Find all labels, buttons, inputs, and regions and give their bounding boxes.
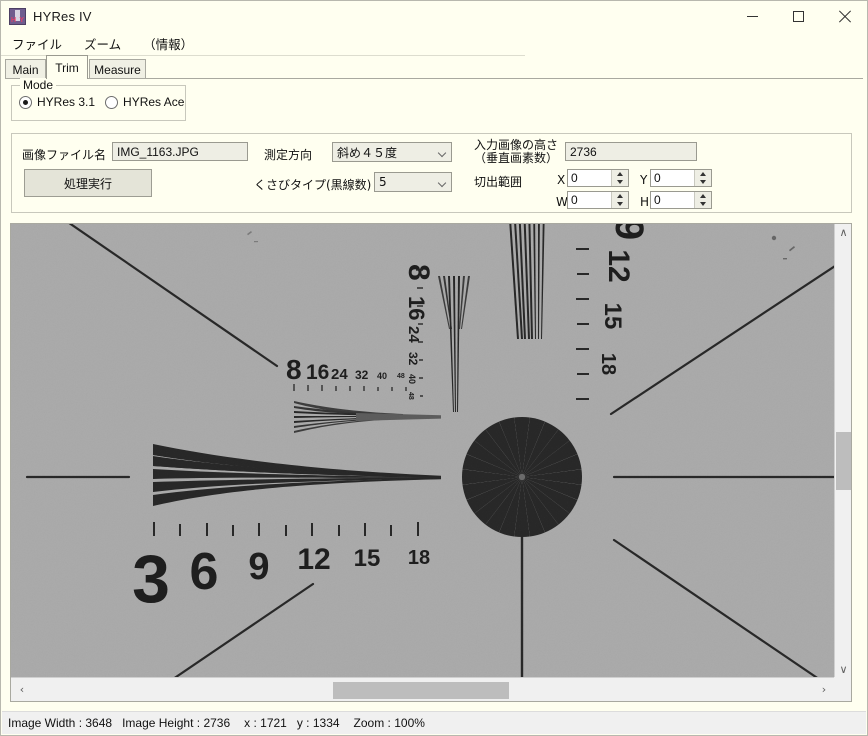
radio-dot-icon <box>19 95 32 109</box>
spin-up-icon[interactable] <box>612 192 628 200</box>
window-controls <box>729 1 867 32</box>
file-name-input[interactable]: IMG_1163.JPG <box>112 142 248 161</box>
scroll-left-icon[interactable]: ‹ <box>11 678 33 701</box>
wedge-type-value: 5 <box>379 175 387 189</box>
status-cursor-y: y : 1334 <box>296 716 340 730</box>
test-chart-svg: 8 16 24 32 40 48 8 16 24 32 40 48 3 6 9 … <box>11 224 835 678</box>
parameters-panel: 画像ファイル名 IMG_1163.JPG 処理実行 測定方向 斜め４５度 くさび… <box>11 133 852 213</box>
spin-down-icon[interactable] <box>695 178 711 186</box>
run-process-button[interactable]: 処理実行 <box>24 169 152 197</box>
radio-hyres-ace-label: HYRes Ace <box>123 95 185 109</box>
chevron-down-icon <box>434 173 451 191</box>
crop-h-spin-buttons[interactable] <box>694 192 711 208</box>
tab-underline <box>5 78 863 79</box>
spin-down-icon[interactable] <box>695 200 711 208</box>
crop-w-value: 0 <box>571 193 578 207</box>
crop-w-spin-buttons[interactable] <box>611 192 628 208</box>
measure-direction-label: 測定方向 <box>264 148 313 162</box>
measure-direction-value: 斜め４５度 <box>337 145 398 160</box>
file-name-label: 画像ファイル名 <box>22 148 107 162</box>
horizontal-scrollbar-thumb[interactable] <box>333 682 509 699</box>
crop-h-value: 0 <box>654 193 661 207</box>
horizontal-scrollbar[interactable]: ‹ › <box>11 677 835 701</box>
maximize-button[interactable] <box>775 1 821 32</box>
input-height-label-line2: （垂直画素数） <box>474 151 559 165</box>
application-window: H Y HYRes IV ファイル ズーム （情報） Main Trim Mea… <box>0 0 868 736</box>
crop-x-spin-buttons[interactable] <box>611 170 628 186</box>
spin-up-icon[interactable] <box>695 170 711 178</box>
crop-y-spin-buttons[interactable] <box>694 170 711 186</box>
crop-y-label: Y <box>640 173 648 187</box>
menu-item-zoom[interactable]: ズーム <box>73 31 132 56</box>
crop-y-value: 0 <box>654 171 661 185</box>
app-icon: H Y <box>9 8 26 25</box>
title-bar: H Y HYRes IV <box>1 1 867 32</box>
crop-h-label: H <box>640 195 650 209</box>
radio-hyres-31-label: HYRes 3.1 <box>37 95 96 109</box>
wedge-type-select[interactable]: 5 <box>374 172 452 192</box>
mode-legend: Mode <box>20 78 57 92</box>
input-height-value[interactable]: 2736 <box>565 142 697 161</box>
vertical-scrollbar-thumb[interactable] <box>836 432 851 490</box>
status-cursor-x: x : 1721 <box>244 716 287 730</box>
mode-groupbox: Mode HYRes 3.1 HYRes Ace <box>11 78 186 121</box>
minimize-button[interactable] <box>729 1 775 32</box>
status-image-height: Image Height : 2736 <box>122 716 231 730</box>
radio-hyres-ace[interactable]: HYRes Ace <box>105 95 184 109</box>
crop-x-label: X <box>557 173 566 187</box>
menu-item-info[interactable]: （情報） <box>132 31 204 56</box>
crop-range-label: 切出範囲 <box>474 175 523 189</box>
menu-bar: ファイル ズーム （情報） <box>1 32 525 56</box>
chevron-down-icon <box>434 143 451 161</box>
scrollbar-corner <box>834 677 851 701</box>
measure-direction-select[interactable]: 斜め４５度 <box>332 142 452 162</box>
scroll-up-icon[interactable]: ∧ <box>835 224 851 241</box>
spin-down-icon[interactable] <box>612 178 628 186</box>
crop-h-stepper[interactable]: 0 <box>650 191 712 209</box>
mode-radio-group: HYRes 3.1 HYRes Ace <box>19 95 194 109</box>
image-viewer: 8 16 24 32 40 48 8 16 24 32 40 48 3 6 9 … <box>10 223 852 702</box>
tab-trim[interactable]: Trim <box>46 55 88 79</box>
menu-item-file[interactable]: ファイル <box>1 31 73 56</box>
scroll-down-icon[interactable]: ∨ <box>835 661 851 678</box>
radio-dot-icon <box>105 95 119 109</box>
vertical-scrollbar[interactable]: ∧ ∨ <box>834 224 851 678</box>
status-image-width: Image Width : 3648 <box>8 716 113 730</box>
tab-measure[interactable]: Measure <box>89 59 146 79</box>
tab-main[interactable]: Main <box>5 59 46 79</box>
test-chart-canvas[interactable]: 8 16 24 32 40 48 8 16 24 32 40 48 3 6 9 … <box>11 224 835 678</box>
scroll-right-icon[interactable]: › <box>813 678 835 701</box>
spin-up-icon[interactable] <box>695 192 711 200</box>
crop-x-value: 0 <box>571 171 578 185</box>
crop-y-stepper[interactable]: 0 <box>650 169 712 187</box>
close-button[interactable] <box>821 1 867 32</box>
status-zoom: Zoom : 100% <box>353 716 425 730</box>
crop-x-stepper[interactable]: 0 <box>567 169 629 187</box>
wedge-type-label: くさびタイプ(黒線数) <box>254 178 372 192</box>
spin-up-icon[interactable] <box>612 170 628 178</box>
status-bar: Image Width : 3648 Image Height : 2736 x… <box>2 711 866 734</box>
crop-w-stepper[interactable]: 0 <box>567 191 629 209</box>
tab-strip: Main Trim Measure <box>5 55 863 79</box>
radio-hyres-31[interactable]: HYRes 3.1 <box>19 95 95 109</box>
window-title: HYRes IV <box>33 9 92 24</box>
spin-down-icon[interactable] <box>612 200 628 208</box>
